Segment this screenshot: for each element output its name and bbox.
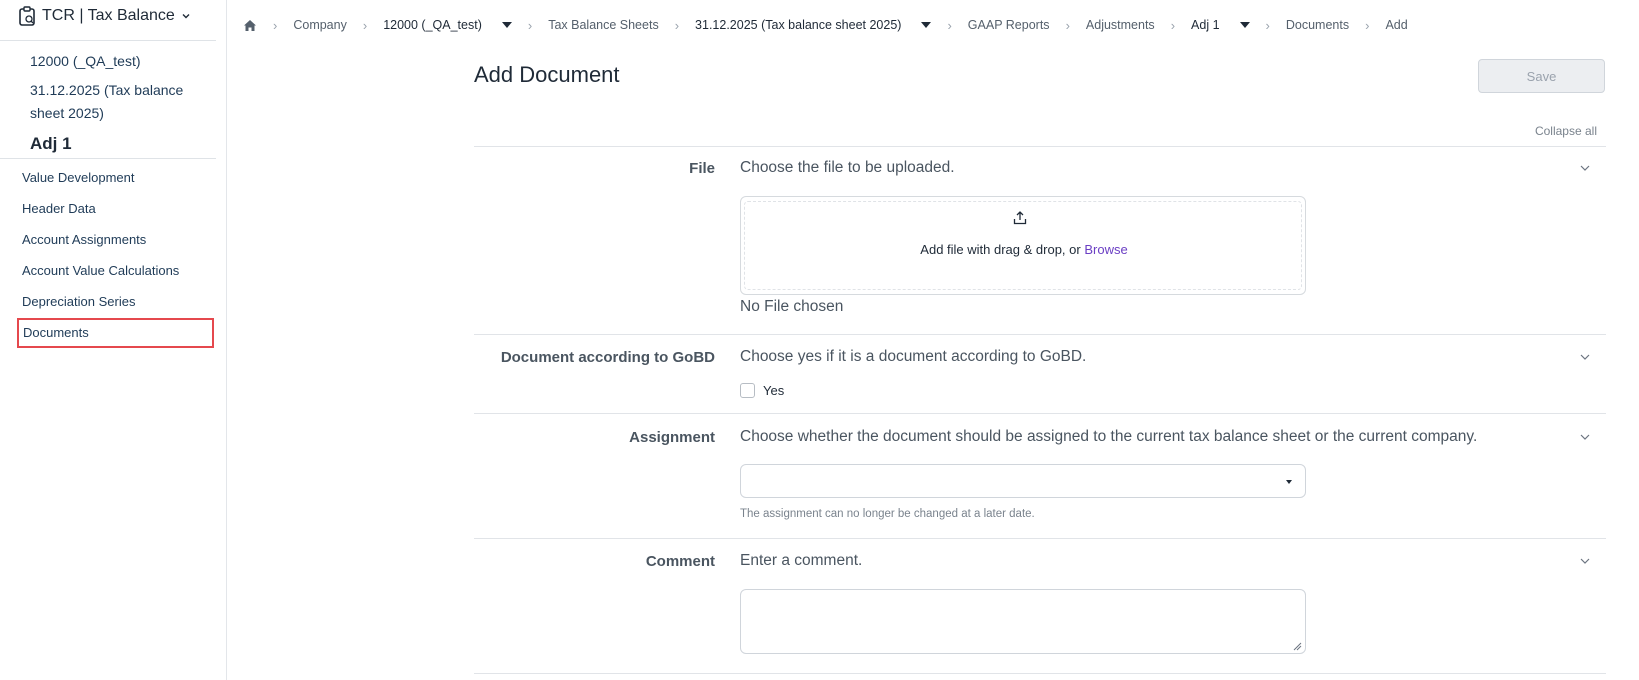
caret-down-icon[interactable] — [1239, 22, 1250, 28]
home-icon[interactable] — [243, 19, 257, 32]
clipboard-icon — [18, 6, 36, 26]
breadcrumb-balance-sheet[interactable]: 31.12.2025 (Tax balance sheet 2025) — [695, 18, 901, 32]
save-button[interactable]: Save — [1478, 59, 1605, 93]
sidebar: TCR | Tax Balance 12000 (_QA_test) 31.12… — [0, 0, 227, 680]
breadcrumb-separator-icon: › — [1170, 17, 1176, 33]
divider — [0, 158, 216, 159]
app-title: TCR | Tax Balance — [42, 7, 175, 24]
breadcrumb-separator-icon: › — [1065, 17, 1070, 33]
chevron-down-icon[interactable] — [1580, 556, 1590, 566]
context-company[interactable]: 12000 (_QA_test) — [30, 50, 141, 73]
breadcrumb-separator-icon: › — [674, 17, 680, 33]
sidebar-item-depreciation-series[interactable]: Depreciation Series — [22, 294, 135, 309]
breadcrumb-adjustments[interactable]: Adjustments — [1086, 18, 1155, 32]
divider — [474, 673, 1606, 674]
caret-down-icon — [1286, 480, 1292, 484]
assignment-hint: The assignment can no longer be changed … — [740, 508, 1035, 520]
no-file-text: No File chosen — [740, 298, 844, 315]
breadcrumb-separator-icon: › — [947, 17, 952, 33]
breadcrumb-company-number[interactable]: 12000 (_QA_test) — [383, 18, 482, 32]
divider — [474, 413, 1606, 414]
breadcrumb-gaap-reports[interactable]: GAAP Reports — [968, 18, 1050, 32]
sidebar-item-header-data[interactable]: Header Data — [22, 201, 96, 216]
gobd-description: Choose yes if it is a document according… — [740, 348, 1087, 365]
breadcrumb-separator-icon: › — [273, 17, 278, 33]
divider — [0, 40, 216, 41]
divider — [474, 146, 1606, 147]
context-sheet-line1: 31.12.2025 (Tax balance — [30, 82, 184, 98]
breadcrumb-separator-icon: › — [1265, 17, 1270, 33]
caret-down-icon[interactable] — [921, 22, 932, 28]
upload-icon — [1013, 211, 1027, 225]
sidebar-item-account-value-calculations[interactable]: Account Value Calculations — [22, 263, 179, 278]
breadcrumb-tax-balance-sheets[interactable]: Tax Balance Sheets — [548, 18, 659, 32]
sidebar-item-account-assignments[interactable]: Account Assignments — [22, 232, 146, 247]
gobd-checkbox-label[interactable]: Yes — [763, 383, 784, 398]
collapse-all-link[interactable]: Collapse all — [1535, 124, 1597, 138]
gobd-checkbox[interactable] — [740, 383, 755, 398]
dropzone-text: Add file with drag & drop, or Browse — [741, 242, 1307, 257]
comment-textarea[interactable] — [740, 589, 1306, 654]
context-sheet[interactable]: 31.12.2025 (Tax balance sheet 2025) — [30, 79, 183, 125]
breadcrumb-documents[interactable]: Documents — [1286, 18, 1349, 32]
browse-link[interactable]: Browse — [1084, 242, 1127, 257]
comment-description: Enter a comment. — [740, 552, 863, 569]
sidebar-item-documents[interactable]: Documents — [17, 318, 214, 348]
breadcrumb-add: Add — [1385, 18, 1408, 32]
comment-label: Comment — [645, 553, 715, 570]
caret-down-icon[interactable] — [501, 22, 512, 28]
context-adjustment: Adj 1 — [30, 134, 72, 153]
breadcrumb-separator-icon: › — [362, 17, 368, 33]
assignment-label: Assignment — [629, 429, 715, 446]
context-sheet-line2: sheet 2025) — [30, 105, 104, 121]
file-description: Choose the file to be uploaded. — [740, 159, 955, 176]
gobd-label: Document according to GoBD — [500, 349, 715, 366]
chevron-down-icon[interactable] — [1580, 163, 1590, 173]
breadcrumb-separator-icon: › — [1365, 17, 1370, 33]
divider — [474, 334, 1606, 335]
divider — [474, 538, 1606, 539]
app-switcher[interactable]: TCR | Tax Balance — [18, 4, 191, 28]
breadcrumb-separator-icon: › — [527, 17, 533, 33]
chevron-down-icon[interactable] — [1580, 352, 1590, 362]
breadcrumb-adjustment[interactable]: Adj 1 — [1191, 18, 1220, 32]
chevron-down-icon[interactable] — [1580, 432, 1590, 442]
breadcrumb: › Company › 12000 (_QA_test) › Tax Balan… — [243, 14, 1408, 36]
assignment-select[interactable] — [740, 464, 1306, 498]
chevron-down-icon — [181, 11, 191, 21]
assignment-description: Choose whether the document should be as… — [740, 428, 1478, 445]
page-title: Add Document — [474, 62, 620, 87]
breadcrumb-company[interactable]: Company — [293, 18, 347, 32]
file-label: File — [689, 160, 715, 177]
dropzone-instruction: Add file with drag & drop, or — [920, 242, 1081, 257]
sidebar-item-value-development[interactable]: Value Development — [22, 170, 135, 185]
